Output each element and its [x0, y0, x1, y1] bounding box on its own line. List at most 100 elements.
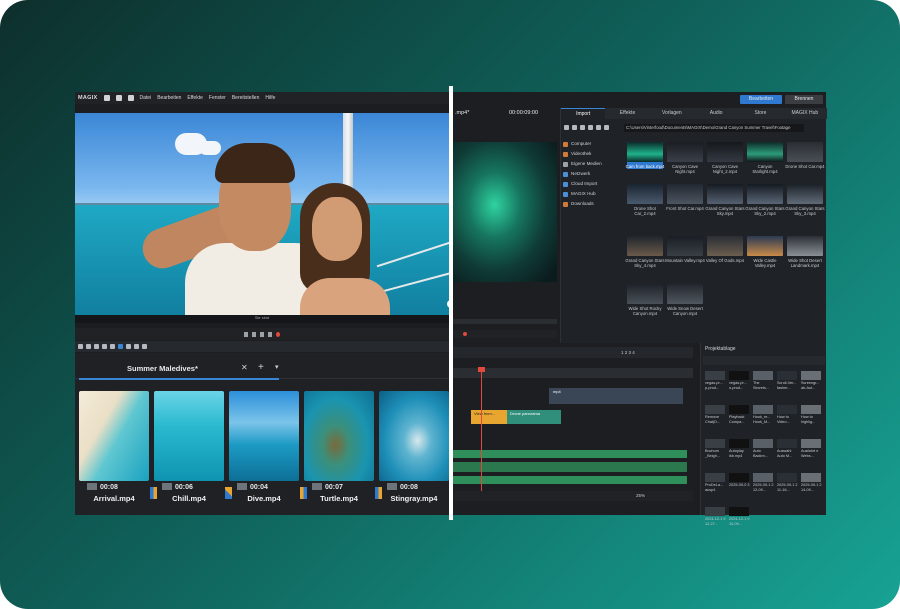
up-folder-icon[interactable] [604, 125, 609, 130]
project-tile[interactable]: vegas-pr... p-prod... [705, 371, 725, 390]
open-folder-icon[interactable] [115, 95, 122, 101]
path-field[interactable]: C:\Users\Vinterfood\Documents\MAGIX\Demo… [624, 124, 804, 132]
menu-edit[interactable]: Bearbeiten [157, 95, 181, 101]
project-tile[interactable]: Ausfahrt e Webs... [801, 439, 821, 458]
cut-icon[interactable] [142, 344, 147, 349]
media-tile[interactable]: Canyon Cave Night.mp4 [667, 142, 703, 174]
project-tile[interactable]: Hook_re... Hook_M... [753, 405, 773, 424]
project-tile[interactable]: 2024-12-1 9 10-09... [729, 507, 749, 526]
zoom-level[interactable]: 25% [636, 493, 645, 498]
audio-track[interactable] [453, 462, 687, 472]
source-own-media[interactable]: Eigene Medien [561, 159, 621, 169]
source-network[interactable]: Netzwerk [561, 169, 621, 179]
project-tile[interactable]: Screengr... ab-Aut... [801, 371, 821, 390]
media-tile[interactable]: Mountain Valley.mp4 [665, 236, 705, 263]
menu-file[interactable]: Datei [140, 95, 152, 101]
text-icon[interactable] [102, 344, 107, 349]
project-tile[interactable]: Scroll-Ver... fasher... [777, 371, 797, 390]
tab-effects[interactable]: Effekte [605, 108, 649, 119]
media-tile[interactable]: Drone Shot Car_2.mp4 [627, 184, 663, 216]
tab-audio[interactable]: Audio [694, 108, 738, 119]
redo-icon[interactable] [86, 344, 91, 349]
link-icon[interactable] [126, 344, 131, 349]
media-tile[interactable]: Grand Canyon Stars Sky.mp4 [705, 184, 745, 216]
storyboard-clip[interactable]: 00:08 Arrival.mp4 [79, 391, 149, 507]
new-file-icon[interactable] [103, 95, 110, 101]
media-tile[interactable]: Drone Shot Car.mp4 [785, 142, 825, 169]
media-tile[interactable]: Wide Castle Valley.mp4 [747, 236, 783, 268]
prev-marker-icon[interactable] [244, 331, 248, 337]
menu-effects[interactable]: Effekte [187, 95, 202, 101]
preview-scrubber[interactable]: Sie sind [75, 315, 449, 323]
list-icon[interactable] [580, 125, 585, 130]
media-tile[interactable]: Wide Snow Desert Canyon.mp4 [667, 284, 703, 316]
storyboard-clip[interactable]: 00:04 Dive.mp4 [229, 391, 299, 507]
media-tile[interactable]: Front Shot Car.mp4 [666, 184, 704, 211]
source-videothek[interactable]: Videothek [561, 149, 621, 159]
audio-track[interactable] [453, 476, 687, 484]
project-tile[interactable]: How to highlig... [801, 405, 821, 424]
playhead[interactable] [481, 369, 482, 497]
video-clip-track2b[interactable]: Drone panorama [507, 410, 561, 424]
project-tile[interactable]: vegas-pr... o-prod... [729, 371, 749, 390]
media-tile[interactable]: Wide Shot Rocky Canyon.mp4 [627, 284, 663, 316]
project-tile[interactable]: Bochum _Beigh... [705, 439, 725, 458]
gear-icon[interactable] [596, 125, 601, 130]
play-icon[interactable] [260, 331, 264, 337]
project-tile[interactable]: 2025-09-1 2 11-16... [777, 473, 797, 492]
media-tile[interactable]: Grand Canyon Stars Sky_3.mp4 [785, 184, 825, 216]
forward-icon[interactable] [572, 125, 577, 130]
record-icon[interactable] [276, 331, 280, 337]
menu-share[interactable]: Bereitstellen [232, 95, 260, 101]
video-clip-track1[interactable]: mp4 [549, 388, 683, 404]
project-tile[interactable]: Playback Compa... [729, 405, 749, 424]
preview-scrubber[interactable] [453, 319, 557, 324]
record-icon[interactable] [463, 332, 467, 336]
tab-store[interactable]: Store [738, 108, 782, 119]
media-tile[interactable]: Canyon Starlight.mp4 [747, 142, 783, 174]
source-magix-hub[interactable]: MAGIX Hub [561, 189, 621, 199]
source-computer[interactable]: Computer [561, 139, 621, 149]
project-tile[interactable]: How to Video... [777, 405, 797, 424]
timeline-ruler[interactable] [453, 368, 693, 378]
project-tile[interactable]: Remove Chat(D... [705, 405, 725, 424]
media-tile[interactable]: Canyon Cave Night_2.mp4 [707, 142, 743, 174]
project-tile[interactable]: ProDeLa... ausp4 [705, 473, 725, 492]
project-tile[interactable]: Auto Backm... [753, 439, 773, 458]
mode-icon[interactable] [118, 344, 123, 349]
edit-mode-button[interactable]: Bearbeiten [740, 95, 782, 104]
storyboard-clip[interactable]: 00:08 Stingray.mp4 [379, 391, 449, 507]
save-icon[interactable] [127, 95, 134, 101]
project-tile[interactable]: Autoplay ikb.mp4 [729, 439, 749, 458]
media-tile[interactable]: Wide Shot Desert Landmark.mp4 [787, 236, 823, 268]
undo-icon[interactable] [78, 344, 83, 349]
marker-icon[interactable] [134, 344, 139, 349]
rewind-icon[interactable] [252, 331, 256, 337]
menu-help[interactable]: Hilfe [265, 95, 275, 101]
tab-magix-hub[interactable]: MAGIX Hub [783, 108, 827, 119]
tab-templates[interactable]: Vorlagen [650, 108, 694, 119]
back-icon[interactable] [564, 125, 569, 130]
split-icon[interactable] [110, 344, 115, 349]
media-tile[interactable]: Grand Canyon Stars Sky_4.mp4 [625, 236, 665, 268]
menu-window[interactable]: Fenster [209, 95, 226, 101]
source-downloads[interactable]: Downloads [561, 199, 621, 209]
close-tab-icon[interactable]: ✕ [241, 363, 248, 372]
project-tile[interactable]: 2024-12-1 9 12-27... [705, 507, 725, 526]
burn-mode-button[interactable]: Brennen [785, 95, 823, 104]
tab-import[interactable]: Import [561, 108, 606, 119]
project-tile[interactable]: 2025-09-1 2 14-09... [801, 473, 821, 492]
delete-icon[interactable] [94, 344, 99, 349]
media-tile[interactable]: Valley Of Gods.mp4 [706, 236, 744, 263]
project-tile[interactable]: 2025-09-0 3 [729, 473, 749, 488]
chevron-down-icon[interactable]: ▾ [275, 363, 279, 371]
storyboard-tab-title[interactable]: Summer Maledives* [127, 364, 198, 373]
project-tile[interactable]: Auswahl Auto M... [777, 439, 797, 458]
project-tile[interactable]: 2025-09-1 2 12-09... [753, 473, 773, 492]
media-tile[interactable]: Cam from back.mp4 [626, 142, 664, 169]
storyboard-clip[interactable]: 00:07 Turtle.mp4 [304, 391, 374, 507]
search-icon[interactable] [588, 125, 593, 130]
forward-icon[interactable] [268, 331, 272, 337]
media-tile[interactable]: Grand Canyon Stars Sky_2.mp4 [745, 184, 785, 216]
project-tile[interactable]: The Secrets... [753, 371, 773, 390]
